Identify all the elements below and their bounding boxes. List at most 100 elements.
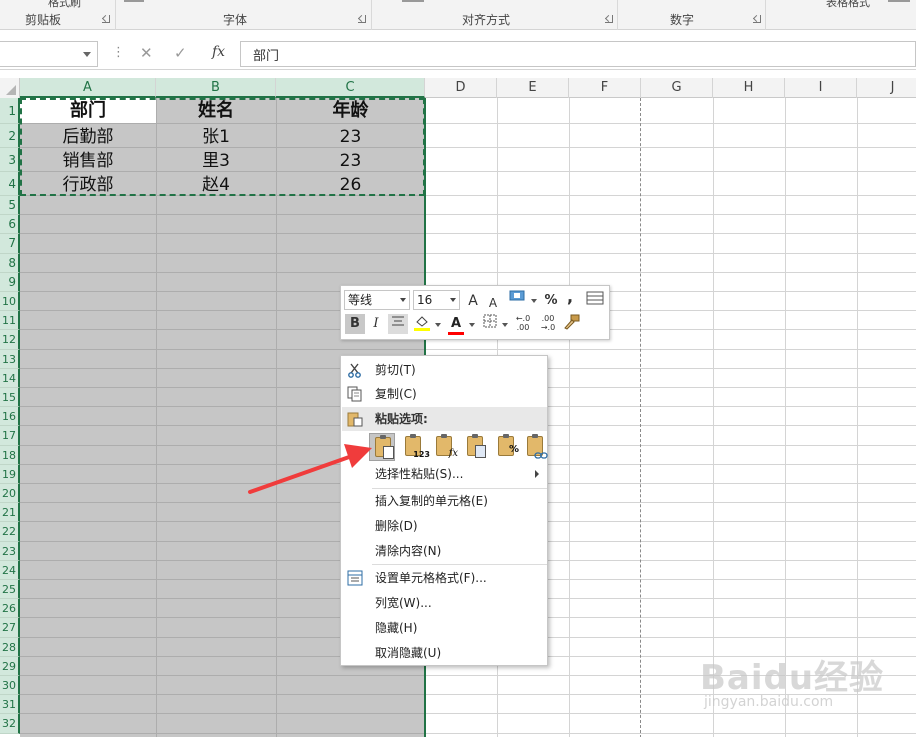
italic-button[interactable]: I (368, 314, 384, 334)
merge-center-icon[interactable] (585, 291, 605, 311)
borders-icon[interactable] (481, 314, 499, 334)
row-header[interactable]: 11 (0, 311, 20, 331)
name-box[interactable] (0, 41, 98, 67)
row-header[interactable]: 1 (0, 98, 20, 124)
row-header[interactable]: 22 (0, 522, 20, 542)
row-header[interactable]: 29 (0, 656, 20, 676)
grow-font-icon[interactable]: A (466, 291, 480, 311)
row-header[interactable]: 28 (0, 637, 20, 657)
shrink-font-icon[interactable]: A (487, 293, 499, 313)
row-header[interactable]: 23 (0, 541, 20, 561)
column-header-a[interactable]: A (20, 78, 156, 98)
cell-b2[interactable]: 张1 (156, 125, 276, 149)
menu-item-format-cells[interactable]: 设置单元格格式(F)... (342, 566, 547, 590)
column-header-f[interactable]: F (569, 78, 641, 98)
row-header[interactable]: 3 (0, 148, 20, 172)
font-name-select[interactable]: 等线 (344, 290, 410, 310)
column-header-e[interactable]: E (497, 78, 569, 98)
paste-button[interactable] (369, 433, 395, 461)
chevron-down-icon[interactable] (83, 52, 91, 57)
row-header[interactable]: 17 (0, 426, 20, 446)
row-header[interactable]: 14 (0, 368, 20, 388)
formula-input[interactable]: 部门 (240, 41, 916, 67)
row-header[interactable]: 2 (0, 124, 20, 148)
paste-formatting-button[interactable]: % (493, 433, 519, 461)
menu-item-hide[interactable]: 隐藏(H) (342, 616, 547, 640)
column-header-d[interactable]: D (425, 78, 497, 98)
paste-formulas-button[interactable]: fx (431, 433, 458, 461)
menu-item-paste-special[interactable]: 选择性粘贴(S)... (342, 462, 547, 486)
column-header-j[interactable]: J (857, 78, 916, 98)
cell-c1[interactable]: 年龄 (276, 99, 425, 123)
fill-color-icon[interactable] (412, 314, 432, 334)
chevron-down-icon[interactable] (435, 323, 441, 327)
row-header[interactable]: 32 (0, 714, 20, 734)
menu-item-clear-contents[interactable]: 清除内容(N) (342, 539, 547, 563)
cell-a3[interactable]: 销售部 (20, 149, 156, 173)
table-format-label[interactable]: 表格格式 (826, 0, 870, 10)
increase-decimal-icon[interactable]: ←.0 .00 (512, 314, 534, 334)
dialog-launcher-icon[interactable] (605, 15, 613, 23)
dialog-launcher-icon[interactable] (102, 15, 110, 23)
font-color-icon[interactable]: A (446, 314, 466, 335)
chevron-down-icon[interactable] (450, 298, 456, 302)
center-align-icon[interactable] (388, 314, 408, 334)
format-painter-icon[interactable] (561, 314, 581, 334)
enter-icon[interactable]: ✓ (174, 44, 187, 62)
column-header-c[interactable]: C (276, 78, 425, 98)
accounting-format-icon[interactable] (507, 289, 529, 309)
row-header[interactable]: 18 (0, 445, 20, 465)
select-all-corner[interactable] (0, 78, 20, 98)
chevron-down-icon[interactable] (502, 323, 508, 327)
row-header[interactable]: 7 (0, 234, 20, 254)
menu-item-column-width[interactable]: 列宽(W)... (342, 591, 547, 615)
paste-transpose-button[interactable] (462, 433, 488, 461)
drag-handle-icon[interactable]: ⋮ (112, 45, 125, 60)
menu-item-unhide[interactable]: 取消隐藏(U) (342, 641, 547, 665)
cell-c4[interactable]: 26 (276, 173, 425, 197)
row-header[interactable]: 24 (0, 560, 20, 580)
chevron-down-icon[interactable] (400, 298, 406, 302)
row-header[interactable]: 19 (0, 464, 20, 484)
row-header[interactable]: 26 (0, 599, 20, 619)
row-header[interactable]: 20 (0, 484, 20, 504)
paste-link-button[interactable] (522, 433, 548, 461)
column-header-g[interactable]: G (641, 78, 713, 98)
dialog-launcher-icon[interactable] (358, 15, 366, 23)
insert-function-icon[interactable]: fx (212, 44, 225, 60)
chevron-down-icon[interactable] (531, 299, 537, 303)
cell-a1[interactable]: 部门 (20, 99, 156, 123)
cell-c2[interactable]: 23 (276, 125, 425, 149)
cancel-icon[interactable]: ✕ (140, 44, 153, 62)
row-header[interactable]: 6 (0, 215, 20, 235)
comma-style-icon[interactable]: , (565, 287, 575, 307)
cell-b3[interactable]: 里3 (156, 149, 276, 173)
decrease-decimal-icon[interactable]: .00 →.0 (537, 314, 559, 334)
format-painter-label[interactable]: 格式刷 (48, 0, 81, 10)
menu-item-insert-copied[interactable]: 插入复制的单元格(E) (342, 489, 547, 513)
row-header[interactable]: 9 (0, 272, 20, 292)
row-header[interactable]: 31 (0, 695, 20, 715)
row-header[interactable]: 5 (0, 196, 20, 216)
row-header[interactable]: 13 (0, 349, 20, 369)
row-header[interactable]: 12 (0, 330, 20, 350)
chevron-down-icon[interactable] (469, 323, 475, 327)
row-header[interactable]: 27 (0, 618, 20, 638)
percent-style-icon[interactable]: % (543, 291, 559, 311)
column-header-b[interactable]: B (156, 78, 276, 98)
row-header[interactable]: 21 (0, 503, 20, 523)
dialog-launcher-icon[interactable] (753, 15, 761, 23)
row-header[interactable]: 16 (0, 407, 20, 427)
font-size-select[interactable]: 16 (413, 290, 460, 310)
menu-item-delete[interactable]: 删除(D) (342, 514, 547, 538)
cell-b1[interactable]: 姓名 (156, 99, 276, 123)
menu-item-copy[interactable]: 复制(C) (342, 382, 547, 406)
row-header[interactable]: 30 (0, 676, 20, 696)
row-header[interactable]: 4 (0, 172, 20, 196)
column-header-h[interactable]: H (713, 78, 785, 98)
bold-button[interactable]: B (345, 314, 365, 334)
row-header[interactable]: 10 (0, 292, 20, 312)
cell-b4[interactable]: 赵4 (156, 173, 276, 197)
menu-item-cut[interactable]: 剪切(T) (342, 358, 547, 382)
row-header[interactable]: 15 (0, 388, 20, 408)
